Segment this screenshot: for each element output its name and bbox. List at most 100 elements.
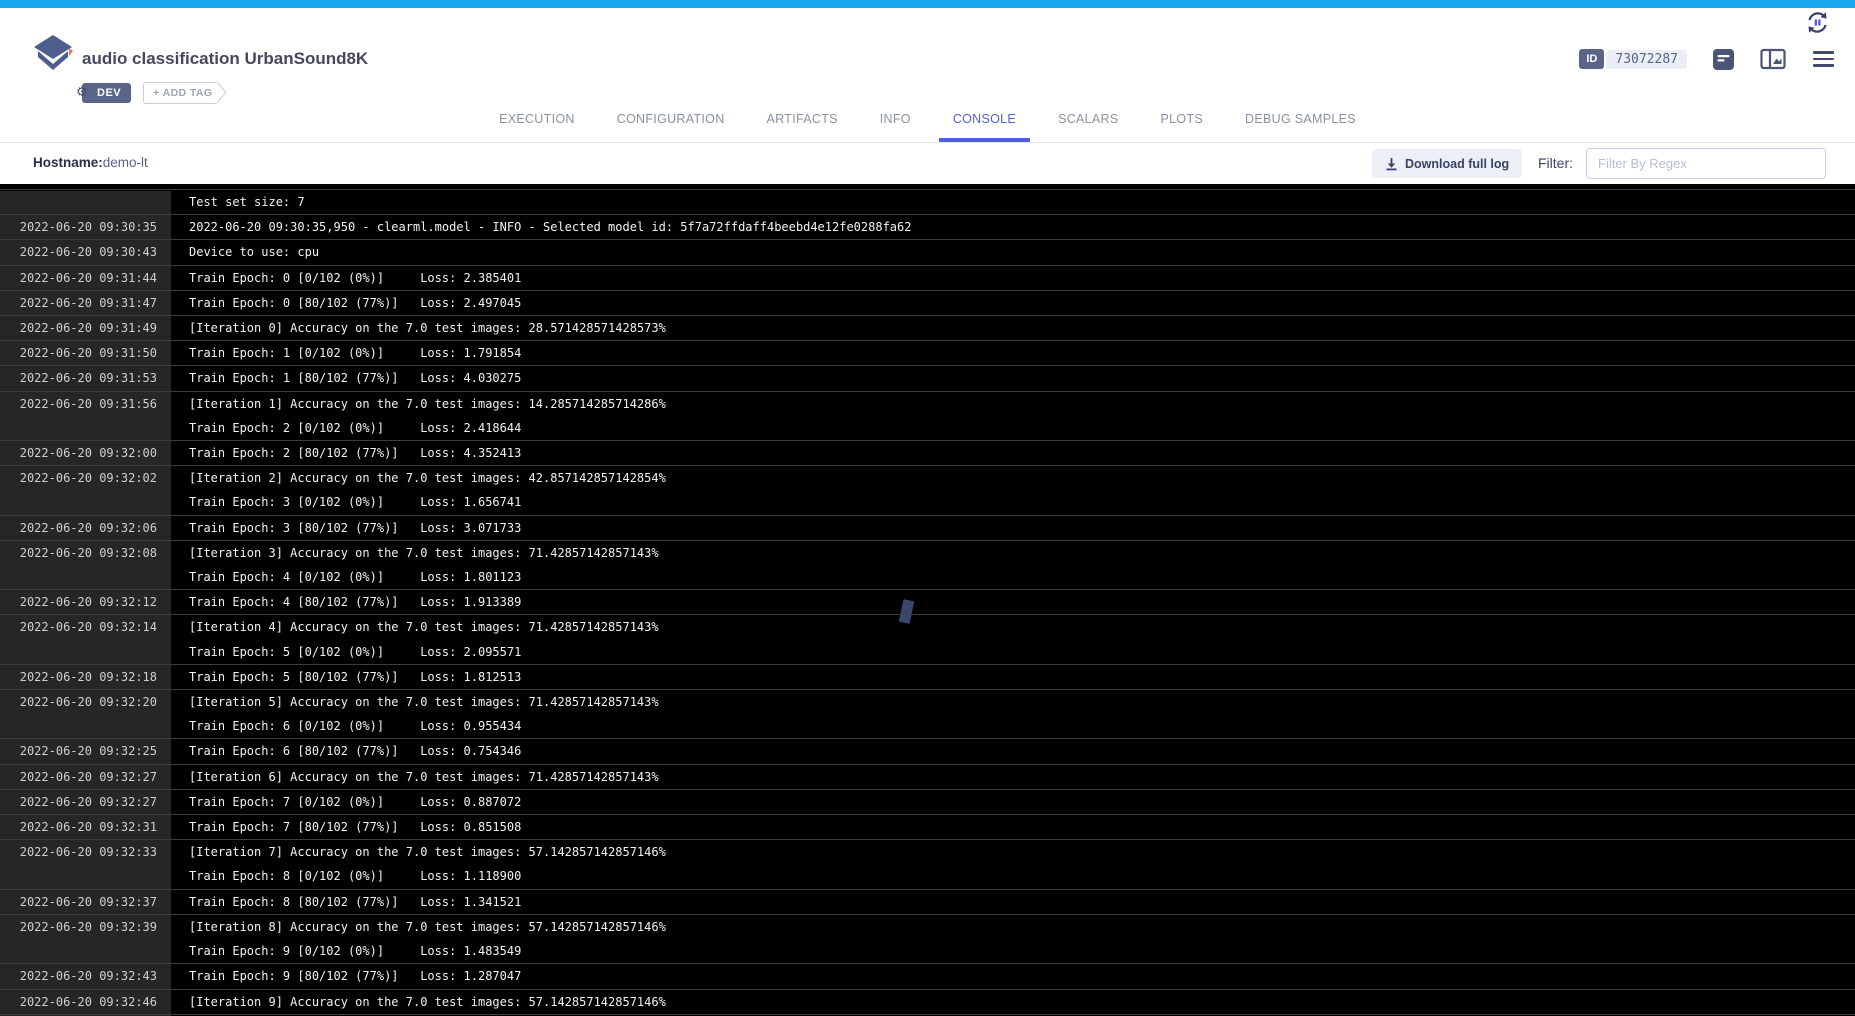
log-timestamp: 2022-06-20 09:32:46 [0, 990, 171, 1014]
log-entry: 2022-06-20 09:32:39[Iteration 8] Accurac… [0, 915, 1855, 964]
log-message: [Iteration 9] Accuracy on the 7.0 test i… [171, 990, 666, 1014]
log-timestamp: 2022-06-20 09:32:18 [0, 665, 171, 689]
tab-debug-samples[interactable]: DEBUG SAMPLES [1224, 96, 1377, 142]
log-message: Train Epoch: 0 [80/102 (77%)] Loss: 2.49… [171, 291, 521, 315]
download-full-log-button[interactable]: Download full log [1372, 149, 1522, 178]
log-entry: 2022-06-20 09:31:44Train Epoch: 0 [0/102… [0, 266, 1855, 291]
tab-scalars[interactable]: SCALARS [1037, 96, 1139, 142]
log-entry: 2022-06-20 09:32:18Train Epoch: 5 [80/10… [0, 665, 1855, 690]
console-log: Test set size: 72022-06-20 09:30:352022-… [0, 184, 1855, 1015]
log-message: [Iteration 4] Accuracy on the 7.0 test i… [171, 615, 659, 663]
log-entry: 2022-06-20 09:31:56[Iteration 1] Accurac… [0, 392, 1855, 441]
log-entry: 2022-06-20 09:30:43Device to use: cpu [0, 240, 1855, 265]
log-message: Train Epoch: 7 [80/102 (77%)] Loss: 0.85… [171, 815, 521, 839]
id-value[interactable]: 73072287 [1606, 50, 1687, 69]
log-entry: 2022-06-20 09:32:27[Iteration 6] Accurac… [0, 765, 1855, 790]
log-timestamp: 2022-06-20 09:30:35 [0, 215, 171, 239]
download-icon [1385, 157, 1398, 171]
filter-regex-input[interactable] [1586, 148, 1826, 179]
log-entry: 2022-06-20 09:32:06Train Epoch: 3 [80/10… [0, 516, 1855, 541]
tab-execution[interactable]: EXECUTION [478, 96, 596, 142]
auto-refresh-button[interactable] [1804, 9, 1831, 41]
download-label: Download full log [1405, 157, 1509, 171]
tab-info[interactable]: INFO [859, 96, 932, 142]
menu-button[interactable] [1809, 45, 1837, 73]
log-timestamp: 2022-06-20 09:32:37 [0, 890, 171, 914]
hostname-label: Hostname: [33, 155, 103, 170]
log-message: [Iteration 0] Accuracy on the 7.0 test i… [171, 316, 666, 340]
log-message: [Iteration 6] Accuracy on the 7.0 test i… [171, 765, 659, 789]
clearml-experiment-page: COMPLETED audio classification UrbanSoun… [0, 0, 1855, 1016]
hostname-value: demo-lt [103, 155, 148, 170]
id-badge: ID [1579, 49, 1604, 69]
log-message: Train Epoch: 5 [80/102 (77%)] Loss: 1.81… [171, 665, 521, 689]
log-entry: 2022-06-20 09:32:27Train Epoch: 7 [0/102… [0, 790, 1855, 815]
tab-plots[interactable]: PLOTS [1140, 96, 1225, 142]
hostname: Hostname:demo-lt [33, 155, 148, 170]
hamburger-icon [1813, 51, 1834, 54]
log-timestamp: 2022-06-20 09:31:49 [0, 316, 171, 340]
log-message: Train Epoch: 4 [80/102 (77%)] Loss: 1.91… [171, 590, 521, 614]
description-button[interactable] [1709, 45, 1737, 73]
log-timestamp: 2022-06-20 09:32:08 [0, 541, 171, 589]
status-color-bar [0, 0, 1855, 8]
log-timestamp: 2022-06-20 09:32:31 [0, 815, 171, 839]
log-entry: 2022-06-20 09:31:47Train Epoch: 0 [80/10… [0, 291, 1855, 316]
log-message: Test set size: 7 [171, 190, 305, 214]
header-actions: ID 73072287 [1579, 44, 1837, 74]
log-timestamp [0, 190, 171, 214]
log-entry: 2022-06-20 09:31:50Train Epoch: 1 [0/102… [0, 341, 1855, 366]
log-timestamp: 2022-06-20 09:31:56 [0, 392, 171, 440]
log-message: Train Epoch: 1 [0/102 (0%)] Loss: 1.7918… [171, 341, 521, 365]
log-entry: 2022-06-20 09:32:31Train Epoch: 7 [80/10… [0, 815, 1855, 840]
log-message: Train Epoch: 6 [80/102 (77%)] Loss: 0.75… [171, 739, 521, 763]
log-timestamp: 2022-06-20 09:31:47 [0, 291, 171, 315]
log-message: Train Epoch: 9 [80/102 (77%)] Loss: 1.28… [171, 964, 521, 988]
log-timestamp: 2022-06-20 09:32:39 [0, 915, 171, 963]
log-timestamp: 2022-06-20 09:32:25 [0, 739, 171, 763]
log-entry: 2022-06-20 09:31:49[Iteration 0] Accurac… [0, 316, 1855, 341]
log-timestamp: 2022-06-20 09:32:12 [0, 590, 171, 614]
tab-console[interactable]: CONSOLE [932, 96, 1037, 142]
log-timestamp: 2022-06-20 09:32:27 [0, 790, 171, 814]
tab-configuration[interactable]: CONFIGURATION [596, 96, 746, 142]
log-message: Train Epoch: 7 [0/102 (0%)] Loss: 0.8870… [171, 790, 521, 814]
console-toolbar: Hostname:demo-lt Download full log Filte… [0, 144, 1855, 184]
log-timestamp: 2022-06-20 09:31:50 [0, 341, 171, 365]
tab-artifacts[interactable]: ARTIFACTS [746, 96, 859, 142]
log-entry: 2022-06-20 09:32:02[Iteration 2] Accurac… [0, 466, 1855, 515]
log-entry: 2022-06-20 09:32:33[Iteration 7] Accurac… [0, 840, 1855, 889]
log-message: [Iteration 1] Accuracy on the 7.0 test i… [171, 392, 666, 440]
log-timestamp: 2022-06-20 09:32:33 [0, 840, 171, 888]
log-entry: 2022-06-20 09:31:53Train Epoch: 1 [80/10… [0, 366, 1855, 391]
notes-icon [1712, 48, 1735, 71]
log-entry: 2022-06-20 09:32:00Train Epoch: 2 [80/10… [0, 441, 1855, 466]
log-entry: 2022-06-20 09:32:46[Iteration 9] Accurac… [0, 990, 1855, 1015]
experiment-id: ID 73072287 [1579, 49, 1687, 69]
log-timestamp: 2022-06-20 09:31:53 [0, 366, 171, 390]
details-panel-button[interactable] [1759, 45, 1787, 73]
tab-bar: EXECUTIONCONFIGURATIONARTIFACTSINFOCONSO… [0, 96, 1855, 143]
log-message: Train Epoch: 3 [80/102 (77%)] Loss: 3.07… [171, 516, 521, 540]
log-message: Train Epoch: 1 [80/102 (77%)] Loss: 4.03… [171, 366, 521, 390]
log-message: Train Epoch: 0 [0/102 (0%)] Loss: 2.3854… [171, 266, 521, 290]
log-entry: 2022-06-20 09:32:37Train Epoch: 8 [80/10… [0, 890, 1855, 915]
log-timestamp: 2022-06-20 09:32:27 [0, 765, 171, 789]
log-message: [Iteration 8] Accuracy on the 7.0 test i… [171, 915, 666, 963]
log-message: Device to use: cpu [171, 240, 319, 264]
log-timestamp: 2022-06-20 09:30:43 [0, 240, 171, 264]
log-message: [Iteration 5] Accuracy on the 7.0 test i… [171, 690, 659, 738]
log-message: Train Epoch: 2 [80/102 (77%)] Loss: 4.35… [171, 441, 521, 465]
log-timestamp: 2022-06-20 09:32:06 [0, 516, 171, 540]
filter-label: Filter: [1538, 155, 1573, 171]
log-entry: 2022-06-20 09:32:20[Iteration 5] Accurac… [0, 690, 1855, 739]
log-message: Train Epoch: 8 [80/102 (77%)] Loss: 1.34… [171, 890, 521, 914]
log-entry: Test set size: 7 [0, 190, 1855, 215]
console-panel: Test set size: 72022-06-20 09:30:352022-… [0, 184, 1855, 1016]
experiment-type-icon [30, 32, 76, 79]
log-timestamp: 2022-06-20 09:32:43 [0, 964, 171, 988]
log-timestamp: 2022-06-20 09:31:44 [0, 266, 171, 290]
log-message: [Iteration 2] Accuracy on the 7.0 test i… [171, 466, 666, 514]
log-timestamp: 2022-06-20 09:32:00 [0, 441, 171, 465]
log-message: [Iteration 3] Accuracy on the 7.0 test i… [171, 541, 659, 589]
